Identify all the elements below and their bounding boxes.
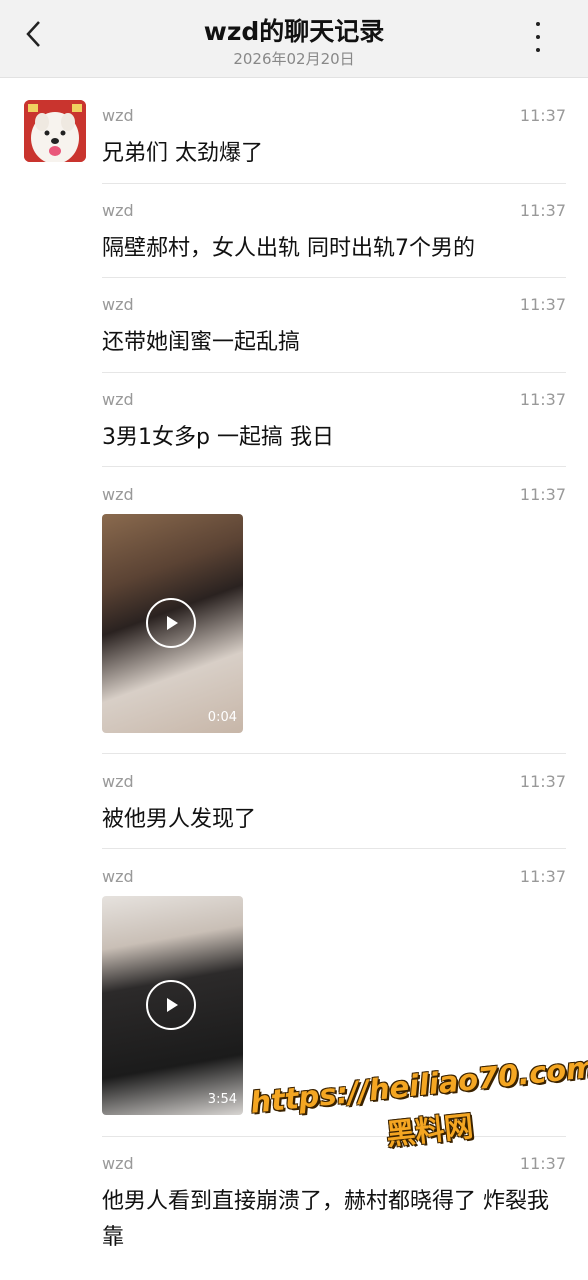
divider (102, 753, 566, 754)
video-duration: 0:04 (207, 710, 237, 725)
chat-message: wzd 11:37 0:04 (102, 485, 566, 735)
chat-message: wzd 11:37 隔壁郝村，女人出轨 同时出轨7个男的 (102, 201, 566, 271)
video-thumbnail[interactable]: 0:04 (102, 514, 243, 733)
watermark-name: 黑料网 (384, 1108, 475, 1152)
dog-avatar-icon (24, 100, 86, 162)
page-subtitle: 2026年02月20日 (233, 50, 355, 68)
message-text[interactable]: 隔壁郝村，女人出轨 同时出轨7个男的 (102, 231, 566, 267)
play-icon[interactable] (146, 980, 196, 1030)
more-vertical-icon (536, 35, 540, 39)
header-bar: wzd的聊天记录 2026年02月20日 (0, 0, 588, 78)
divider (102, 466, 566, 467)
message-time: 11:37 (519, 295, 566, 314)
more-vertical-icon (536, 48, 540, 52)
message-text[interactable]: 被他男人发现了 (102, 802, 566, 838)
chat-message: wzd 11:37 还带她闺蜜一起乱搞 (102, 295, 566, 365)
message-time: 11:37 (519, 485, 566, 504)
message-time: 11:37 (519, 867, 566, 886)
chat-message: wzd 11:37 被他男人发现了 (102, 772, 566, 842)
sender-name: wzd (102, 867, 134, 886)
sender-name: wzd (102, 1154, 134, 1173)
divider (102, 277, 566, 278)
chat-message: wzd 11:37 他男人看到直接崩溃了，赫村都晓得了 炸裂我靠 (102, 1154, 566, 1264)
chat-message: wzd 11:37 兄弟们 太劲爆了 (102, 106, 566, 176)
message-time: 11:37 (519, 201, 566, 220)
message-time: 11:37 (519, 390, 566, 409)
divider (102, 848, 566, 849)
sender-name: wzd (102, 106, 134, 125)
sender-name: wzd (102, 201, 134, 220)
sender-name: wzd (102, 295, 134, 314)
avatar[interactable] (24, 100, 86, 162)
divider (102, 372, 566, 373)
more-button[interactable] (528, 22, 548, 52)
message-text[interactable]: 他男人看到直接崩溃了，赫村都晓得了 炸裂我靠 (102, 1184, 566, 1256)
message-time: 11:37 (519, 106, 566, 125)
more-vertical-icon (536, 22, 540, 26)
chat-message: wzd 11:37 3男1女多p 一起搞 我日 (102, 390, 566, 460)
message-time: 11:37 (519, 772, 566, 791)
message-text[interactable]: 兄弟们 太劲爆了 (102, 136, 566, 172)
video-thumbnail[interactable]: 3:54 (102, 896, 243, 1115)
message-text[interactable]: 3男1女多p 一起搞 我日 (102, 420, 566, 456)
sender-name: wzd (102, 390, 134, 409)
sender-name: wzd (102, 772, 134, 791)
message-text[interactable]: 还带她闺蜜一起乱搞 (102, 325, 566, 361)
sender-name: wzd (102, 485, 134, 504)
page-title: wzd的聊天记录 (203, 17, 385, 46)
play-icon[interactable] (146, 598, 196, 648)
message-time: 11:37 (519, 1154, 566, 1173)
video-duration: 3:54 (207, 1092, 237, 1107)
divider (102, 183, 566, 184)
